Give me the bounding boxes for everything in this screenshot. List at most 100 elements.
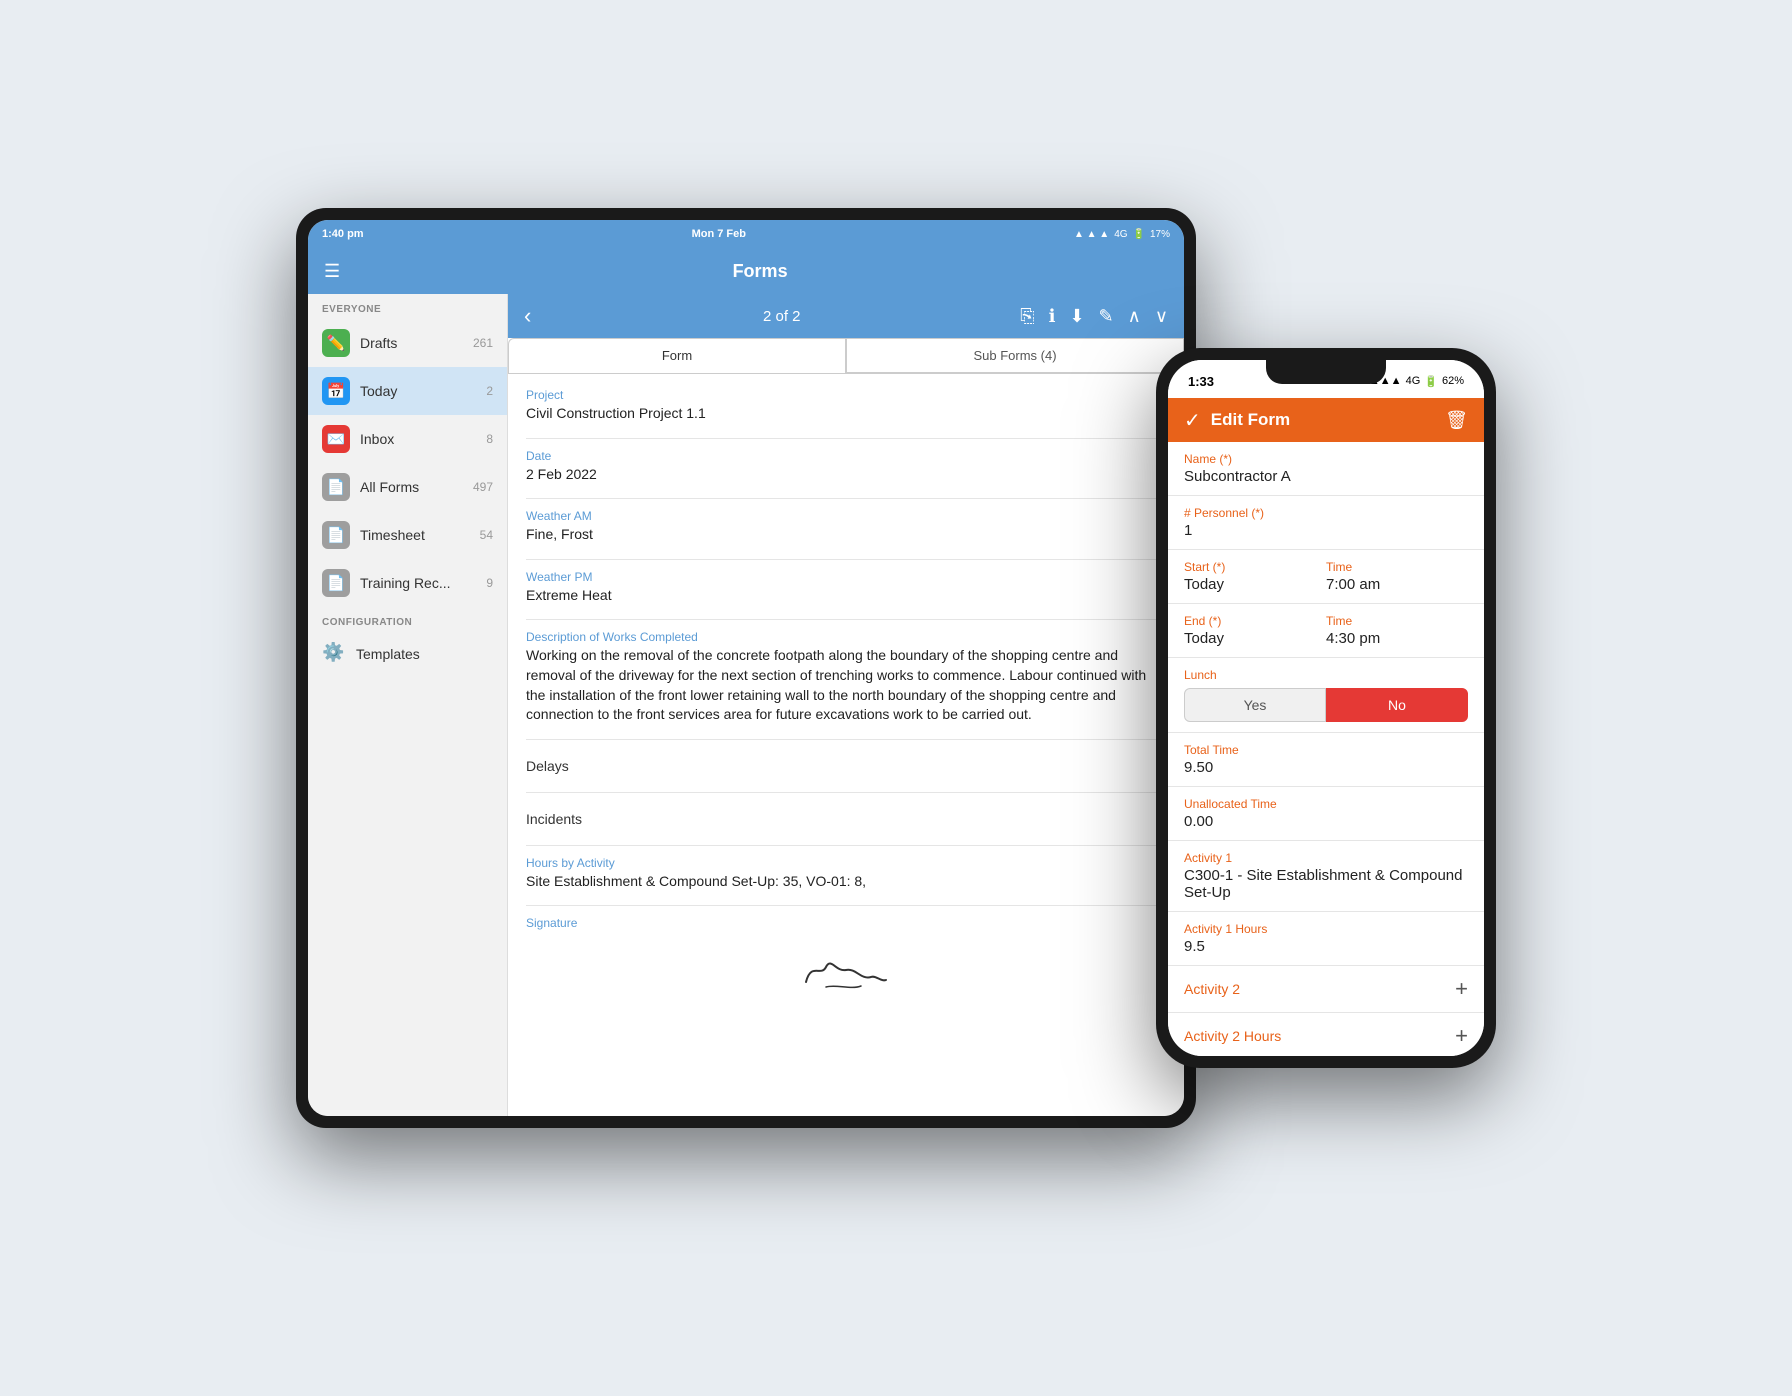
main-content: ‹ 2 of 2 ⎘ ℹ ⬇ ✎ ∧ ∨ Form xyxy=(508,294,1184,1116)
copy-icon[interactable]: ⎘ xyxy=(1020,306,1034,327)
phone-notch xyxy=(1266,360,1386,384)
training-icon: 📄 xyxy=(322,569,350,597)
tab-subforms[interactable]: Sub Forms (4) xyxy=(846,338,1184,373)
sidebar-item-today[interactable]: 📅 Today 2 xyxy=(308,367,507,415)
phone-start-time-col: Time 7:00 am xyxy=(1326,560,1468,593)
sidebar-badge-timesheet: 54 xyxy=(480,528,493,542)
sidebar-label-today: Today xyxy=(360,383,486,399)
sidebar-item-timesheet[interactable]: 📄 Timesheet 54 xyxy=(308,511,507,559)
inbox-icon: ✉️ xyxy=(322,425,350,453)
sidebar-label-training: Training Rec... xyxy=(360,575,486,591)
sidebar-badge-allforms: 497 xyxy=(473,480,493,494)
today-icon: 📅 xyxy=(322,377,350,405)
sidebar-label-templates: Templates xyxy=(356,646,493,662)
weather-pm-field: Weather PM Extreme Heat xyxy=(526,570,1166,606)
allforms-icon: 📄 xyxy=(322,473,350,501)
hours-value: Site Establishment & Compound Set-Up: 35… xyxy=(526,872,1166,892)
tablet-header: ☰ Forms xyxy=(308,248,1184,294)
phone-activity1-hours-value: 9.5 xyxy=(1184,938,1468,955)
phone-start-field: Start (*) Today Time 7:00 am xyxy=(1168,550,1484,604)
weather-am-label: Weather AM xyxy=(526,509,1166,523)
phone-header-title: Edit Form xyxy=(1211,410,1445,430)
back-button[interactable]: ‹ xyxy=(524,303,531,329)
edit-icon[interactable]: ✎ xyxy=(1099,306,1114,327)
divider-2 xyxy=(526,498,1166,499)
tablet-device: 1:40 pm Mon 7 Feb ▲ ▲ ▲ 4G 🔋 17% ☰ Forms… xyxy=(296,208,1196,1128)
divider-8 xyxy=(526,905,1166,906)
sidebar-label-drafts: Drafts xyxy=(360,335,473,351)
lunch-no-button[interactable]: No xyxy=(1326,688,1468,722)
phone-activity2-add[interactable]: Activity 2 + xyxy=(1168,966,1484,1013)
chevron-up-icon[interactable]: ∧ xyxy=(1128,306,1141,327)
sidebar-item-templates[interactable]: ⚙️ Templates xyxy=(308,632,507,676)
phone-lunch-toggle: Yes No xyxy=(1184,688,1468,722)
nav-actions: ⎘ ℹ ⬇ ✎ ∧ ∨ xyxy=(1020,306,1168,327)
phone-total-time-field: Total Time 9.50 xyxy=(1168,733,1484,787)
phone-device: 1:33 ▲▲▲ 4G 🔋 62% ✓ Edit Form 🗑 Name (*)… xyxy=(1156,348,1496,1068)
signature-area xyxy=(526,932,1166,1012)
check-icon[interactable]: ✓ xyxy=(1184,408,1201,433)
form-body: Project Civil Construction Project 1.1 D… xyxy=(508,374,1184,1116)
date-value: 2 Feb 2022 xyxy=(526,465,1166,485)
phone-activity1-hours-label: Activity 1 Hours xyxy=(1184,922,1468,936)
sidebar-badge-inbox: 8 xyxy=(486,432,493,446)
phone-start-time-label: Time xyxy=(1326,560,1468,574)
timesheet-icon: 📄 xyxy=(322,521,350,549)
description-field: Description of Works Completed Working o… xyxy=(526,630,1166,724)
divider-3 xyxy=(526,559,1166,560)
phone-name-value: Subcontractor A xyxy=(1184,468,1468,485)
divider-6 xyxy=(526,792,1166,793)
tab-bar: Form Sub Forms (4) xyxy=(508,338,1184,374)
tab-form[interactable]: Form xyxy=(508,338,846,373)
activity2-plus-icon: + xyxy=(1455,976,1468,1002)
phone-unallocated-value: 0.00 xyxy=(1184,813,1468,830)
weather-am-value: Fine, Frost xyxy=(526,525,1166,545)
tablet-status-bar: 1:40 pm Mon 7 Feb ▲ ▲ ▲ 4G 🔋 17% xyxy=(308,220,1184,248)
description-value: Working on the removal of the concrete f… xyxy=(526,646,1166,724)
tablet-header-title: Forms xyxy=(352,261,1168,282)
activity2-hours-plus-icon: + xyxy=(1455,1023,1468,1049)
phone-personnel-label: # Personnel (*) xyxy=(1184,506,1468,520)
phone-name-label: Name (*) xyxy=(1184,452,1468,466)
phone-start-value: Today xyxy=(1184,576,1326,593)
hamburger-icon[interactable]: ☰ xyxy=(324,261,340,282)
sidebar-item-drafts[interactable]: ✏️ Drafts 261 xyxy=(308,319,507,367)
sidebar-item-allforms[interactable]: 📄 All Forms 497 xyxy=(308,463,507,511)
sidebar-item-training[interactable]: 📄 Training Rec... 9 xyxy=(308,559,507,607)
phone-network: 4G xyxy=(1406,375,1421,387)
divider-4 xyxy=(526,619,1166,620)
divider-1 xyxy=(526,438,1166,439)
phone-activity2-hours-add[interactable]: Activity 2 Hours + xyxy=(1168,1013,1484,1056)
signal-icon: ▲ ▲ ▲ xyxy=(1074,229,1109,240)
tablet-status-right: ▲ ▲ ▲ 4G 🔋 17% xyxy=(1074,229,1170,240)
info-icon[interactable]: ℹ xyxy=(1049,306,1056,327)
trash-icon[interactable]: 🗑 xyxy=(1445,410,1468,431)
incidents-label: Incidents xyxy=(526,803,1166,835)
main-nav-bar: ‹ 2 of 2 ⎘ ℹ ⬇ ✎ ∧ ∨ xyxy=(508,294,1184,338)
phone-name-field: Name (*) Subcontractor A xyxy=(1168,442,1484,496)
phone-activity2-label: Activity 2 xyxy=(1184,981,1455,997)
date-field: Date 2 Feb 2022 xyxy=(526,449,1166,485)
weather-pm-value: Extreme Heat xyxy=(526,586,1166,606)
phone-end-time-label: Time xyxy=(1326,614,1468,628)
download-icon[interactable]: ⬇ xyxy=(1069,306,1084,327)
signature-field: Signature xyxy=(526,916,1166,1012)
lunch-yes-button[interactable]: Yes xyxy=(1184,688,1326,722)
sidebar-section-config: CONFIGURATION xyxy=(308,607,507,632)
sidebar-badge-training: 9 xyxy=(486,576,493,590)
phone-time: 1:33 xyxy=(1188,374,1214,389)
sidebar-badge-drafts: 261 xyxy=(473,336,493,350)
sidebar-item-inbox[interactable]: ✉️ Inbox 8 xyxy=(308,415,507,463)
phone-lunch-label: Lunch xyxy=(1184,668,1468,682)
signature-svg xyxy=(796,942,896,1002)
sidebar-label-timesheet: Timesheet xyxy=(360,527,480,543)
hours-label: Hours by Activity xyxy=(526,856,1166,870)
tablet-date: Mon 7 Feb xyxy=(692,228,746,240)
weather-am-field: Weather AM Fine, Frost xyxy=(526,509,1166,545)
chevron-down-icon[interactable]: ∨ xyxy=(1155,306,1168,327)
sidebar-section-everyone: EVERYONE xyxy=(308,294,507,319)
battery-icon: 🔋 xyxy=(1133,229,1145,240)
phone-end-value: Today xyxy=(1184,630,1326,647)
phone-start-col: Start (*) Today xyxy=(1184,560,1326,593)
phone-start-time-value: 7:00 am xyxy=(1326,576,1468,593)
